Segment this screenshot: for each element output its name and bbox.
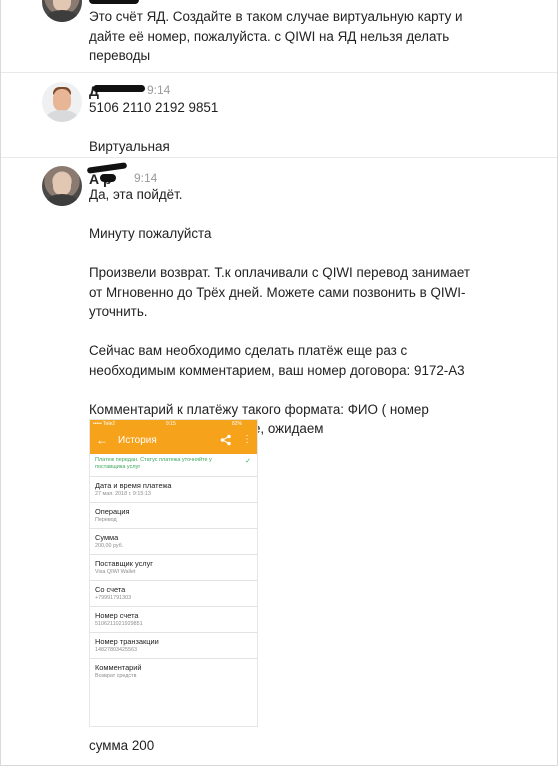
message-divider xyxy=(1,72,557,73)
detail-label: Операция xyxy=(95,507,130,516)
phone-status-bar: ••••• Tele2 9:15 82% xyxy=(90,420,257,429)
toolbar-title: История xyxy=(118,435,157,446)
detail-row: Сумма 200,00 руб. xyxy=(90,529,257,555)
detail-label: Сумма xyxy=(95,533,119,542)
detail-value: 200,00 руб. xyxy=(95,543,124,549)
redacted-author-name xyxy=(100,174,116,182)
detail-label: Дата и время платежа xyxy=(95,481,172,490)
avatar-shirt xyxy=(45,10,79,22)
chat-frame: Это счёт ЯД. Создайте в таком случае вир… xyxy=(0,0,558,766)
payment-status-note: Платеж передан. Статус платежа уточняйте… xyxy=(90,454,257,477)
carrier-label: ••••• Tele2 xyxy=(93,421,116,427)
avatar-face xyxy=(53,89,71,111)
message-time: 9:14 xyxy=(134,171,158,185)
detail-label: Комментарий xyxy=(95,663,142,672)
detail-row: Дата и время платежа 27 мая. 2018 г. 9:1… xyxy=(90,477,257,503)
message-text: Да, эта пойдёт. Минуту пожалуйста Произв… xyxy=(89,187,470,436)
detail-row: Номер транзакции 14827803425563 xyxy=(90,633,257,659)
detail-row: Комментарий Возврат средств xyxy=(90,659,257,685)
detail-value: Visa QIWI Wallet xyxy=(95,569,136,575)
attached-screenshot[interactable]: ••••• Tele2 9:15 82% ← История ⋮ Платеж … xyxy=(89,419,258,727)
avatar-shirt xyxy=(45,194,79,206)
detail-label: Со счета xyxy=(95,585,126,594)
redacted-author-name xyxy=(93,85,145,92)
check-icon: ✓ xyxy=(245,458,251,465)
battery-label: 82% xyxy=(232,421,243,427)
avatar-face xyxy=(53,173,71,195)
app-toolbar: ← История ⋮ xyxy=(90,429,257,454)
detail-label: Поставщик услуг xyxy=(95,559,153,568)
message-divider xyxy=(1,157,557,158)
avatar[interactable] xyxy=(42,82,82,122)
message-time: 9:14 xyxy=(147,83,171,97)
avatar[interactable] xyxy=(42,166,82,206)
message-text: Это счёт ЯД. Создайте в таком случае вир… xyxy=(89,9,463,63)
detail-value: 27 мая. 2018 г. 9:15:13 xyxy=(95,491,151,497)
detail-value: Возврат средств xyxy=(95,673,137,679)
detail-row: Поставщик услуг Visa QIWI Wallet xyxy=(90,555,257,581)
detail-value: 14827803425563 xyxy=(95,647,137,653)
detail-label: Номер счета xyxy=(95,611,139,620)
avatar-shirt xyxy=(45,110,79,122)
more-menu-icon[interactable]: ⋮ xyxy=(242,434,252,445)
avatar[interactable] xyxy=(42,0,82,22)
detail-row: Операция Перевод xyxy=(90,503,257,529)
message-footer-text: сумма 200 xyxy=(89,738,155,753)
detail-row: Номер счета 5106211021929851 xyxy=(90,607,257,633)
detail-row: Со счета +79991791303 xyxy=(90,581,257,607)
redacted-author-name xyxy=(89,0,139,4)
detail-value: Перевод xyxy=(95,517,117,523)
back-arrow-icon[interactable]: ← xyxy=(96,433,108,447)
message-text: 5106 2110 2192 9851 Виртуальная xyxy=(89,100,219,154)
detail-value: 5106211021929851 xyxy=(95,621,143,627)
clock-label: 9:15 xyxy=(166,421,176,427)
detail-label: Номер транзакции xyxy=(95,637,159,646)
share-icon[interactable] xyxy=(220,434,232,446)
status-note-text: Платеж передан. Статус платежа уточняйте… xyxy=(95,457,212,470)
detail-value: +79991791303 xyxy=(95,595,132,601)
